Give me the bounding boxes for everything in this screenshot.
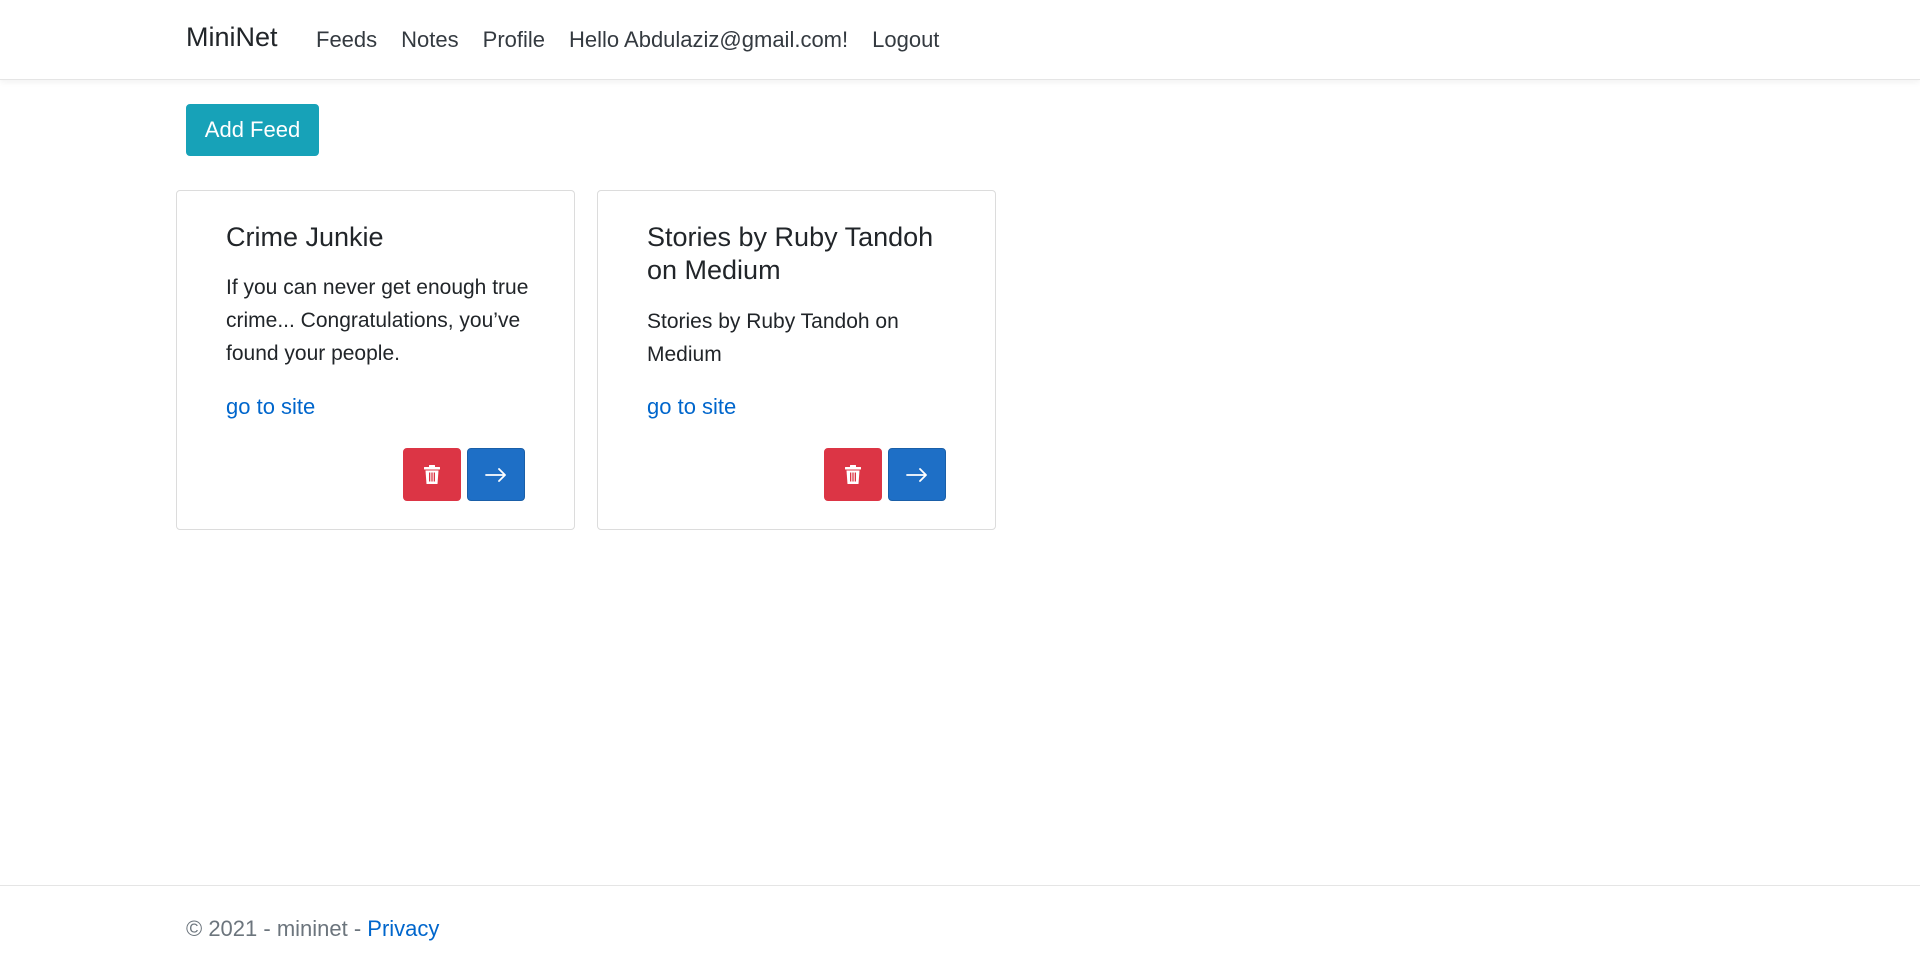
top-navbar: MiniNet Feeds Notes Profile Hello Abdula… (0, 0, 1920, 80)
feed-card-title: Stories by Ruby Tandoh on Medium (647, 222, 934, 285)
privacy-link[interactable]: Privacy (367, 916, 439, 941)
open-feed-button[interactable] (467, 448, 525, 501)
feed-card-description: Stories by Ruby Tandoh on Medium (647, 310, 899, 366)
user-greeting: Hello Abdulaziz@gmail.com! (569, 27, 849, 52)
nav-link-logout[interactable]: Logout (872, 27, 939, 53)
feed-card-title: Crime Junkie (226, 222, 384, 252)
open-feed-button[interactable] (888, 448, 946, 501)
nav-links: Feeds Notes Profile Hello Abdulaziz@gmai… (316, 27, 963, 53)
nav-link-profile[interactable]: Profile (483, 27, 545, 53)
footer-text: © 2021 - mininet - Privacy (186, 916, 439, 942)
nav-link-notes[interactable]: Notes (401, 27, 458, 53)
delete-feed-button[interactable] (403, 448, 461, 501)
trash-icon (845, 464, 861, 484)
go-to-site-link[interactable]: go to site (647, 394, 736, 420)
trash-icon (424, 464, 440, 484)
go-to-site-link[interactable]: go to site (226, 394, 315, 420)
delete-feed-button[interactable] (824, 448, 882, 501)
add-feed-button[interactable]: Add Feed (186, 104, 319, 156)
arrow-right-icon (485, 467, 506, 482)
nav-link-feeds[interactable]: Feeds (316, 27, 377, 53)
page-footer: © 2021 - mininet - Privacy (0, 885, 1920, 968)
feed-card: Stories by Ruby Tandoh on Medium Stories… (597, 190, 996, 530)
feed-card: Crime Junkie If you can never get enough… (176, 190, 575, 530)
footer-copyright: © 2021 - mininet - (186, 916, 368, 941)
brand-link[interactable]: MiniNet (186, 22, 278, 53)
arrow-right-icon (906, 467, 927, 482)
feed-card-description: If you can never get enough true crime..… (226, 276, 529, 365)
